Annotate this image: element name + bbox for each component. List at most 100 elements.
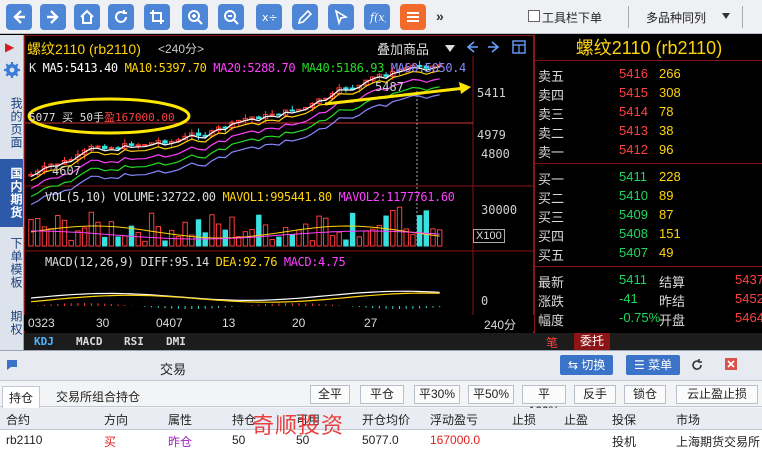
bid-price[interactable]: 5410 xyxy=(619,188,648,203)
mid-price-label: 4979 xyxy=(477,128,506,142)
column-header[interactable]: 止损 xyxy=(512,411,536,428)
cursor-icon[interactable] xyxy=(328,4,354,30)
gear-icon[interactable] xyxy=(3,61,21,79)
ask-row[interactable]: 卖一 5412 96 xyxy=(535,141,762,160)
zoom-in-icon[interactable] xyxy=(182,4,208,30)
column-header[interactable]: 浮动盈亏 xyxy=(430,411,478,428)
ask-row[interactable]: 卖五 5416 266 xyxy=(535,65,762,84)
candle-body xyxy=(115,147,121,150)
column-header[interactable]: 方向 xyxy=(104,411,128,428)
formula-icon[interactable]: x÷ xyxy=(256,4,282,30)
sidebar-item-options[interactable]: 期权 xyxy=(0,297,23,349)
bid-row[interactable]: 买二 5410 89 xyxy=(535,187,762,206)
candle-body xyxy=(95,145,101,148)
forward-icon[interactable] xyxy=(40,4,66,30)
column-header[interactable]: 止盈 xyxy=(564,411,588,428)
volume-bar xyxy=(343,239,349,247)
kline-chart[interactable]: 螺纹2110 (rb2110) <240分> 叠加商品 K MA5:5413.4… xyxy=(24,35,535,350)
tab-dmi[interactable]: DMI xyxy=(166,335,186,348)
volume-bar xyxy=(242,231,249,247)
lock-position-button[interactable]: 锁仓 xyxy=(624,385,666,404)
tab-rsi[interactable]: RSI xyxy=(124,335,144,348)
close-50-button[interactable]: 平50% xyxy=(468,385,514,404)
zoom-out-icon[interactable] xyxy=(218,4,244,30)
bid-price[interactable]: 5407 xyxy=(619,245,648,260)
tab-order[interactable]: 委托 xyxy=(574,333,611,350)
stat-label: 幅度 xyxy=(538,313,565,328)
stat-value: -0.75% xyxy=(619,310,661,325)
candle-body xyxy=(256,116,262,120)
bid-row[interactable]: 买五 5407 49 xyxy=(535,244,762,263)
sidebar-item-domestic-futures[interactable]: 国内期货 xyxy=(0,159,23,227)
chevron-down-icon[interactable] xyxy=(445,45,455,52)
volume-bar xyxy=(88,211,94,247)
mavol1-line xyxy=(30,225,440,239)
refresh-icon[interactable] xyxy=(690,358,704,372)
arrow-left-icon[interactable] xyxy=(465,40,479,54)
toolbar: x÷ f(x) » 工具栏下单 多品种同列 xyxy=(0,0,762,34)
home-icon[interactable] xyxy=(74,4,100,30)
candlestick-canvas[interactable] xyxy=(25,36,535,316)
price-axis-label: 4800 xyxy=(481,147,510,161)
volume-legend: VOL(5,10) VOLUME:32722.00 MAVOL1:995441.… xyxy=(45,190,455,204)
ask-price[interactable]: 5415 xyxy=(619,85,648,100)
cloud-stop-button[interactable]: 云止盈止损 xyxy=(676,385,758,404)
close-100-button[interactable]: 平100% xyxy=(522,385,566,418)
bid-price[interactable]: 5409 xyxy=(619,207,648,222)
ask-row[interactable]: 卖二 5413 38 xyxy=(535,122,762,141)
column-header[interactable]: 合约 xyxy=(6,411,30,428)
crop-icon[interactable] xyxy=(144,4,170,30)
tab-positions[interactable]: 持仓 xyxy=(2,386,41,408)
multi-product-select[interactable]: 多品种同列 xyxy=(646,9,706,26)
ask-row[interactable]: 卖三 5414 78 xyxy=(535,103,762,122)
fx-icon[interactable]: f(x) xyxy=(364,4,390,30)
back-icon[interactable] xyxy=(6,4,32,30)
ma-legend: K MA5:5413.40 MA10:5397.70 MA20:5288.70 … xyxy=(29,61,466,75)
column-header[interactable]: 投保 xyxy=(612,411,636,428)
ask-price[interactable]: 5416 xyxy=(619,66,648,81)
trade-panel-icon[interactable] xyxy=(5,358,19,372)
switch-button[interactable]: ⇆ 切换 xyxy=(560,355,614,375)
list-icon[interactable] xyxy=(400,4,426,30)
bid-volume: 87 xyxy=(659,207,674,222)
stat-value: 5437 xyxy=(735,272,762,287)
close-icon[interactable] xyxy=(724,357,738,371)
close-all-button[interactable]: 全平 xyxy=(310,385,350,404)
mavol1-value: MAVOL1:995441.80 xyxy=(222,190,332,204)
table-row[interactable]: rb2110 买昨仓 50 50 5077.0 167000.0 投机 上海期货交易所 xyxy=(0,430,762,450)
sidebar-item-my-page[interactable]: 我的页面 xyxy=(0,93,23,153)
pen-icon[interactable] xyxy=(292,4,318,30)
dea-line xyxy=(30,292,440,303)
column-header[interactable]: 市场 xyxy=(676,411,700,428)
refresh-icon[interactable] xyxy=(108,4,134,30)
overlay-commodity-dropdown[interactable]: 叠加商品 xyxy=(377,39,429,58)
stat-value: 5464 xyxy=(735,310,762,325)
toolbar-order-checkbox[interactable] xyxy=(528,10,540,22)
tab-combo-positions[interactable]: 交易所组合持仓 xyxy=(50,386,146,407)
bid-price[interactable]: 5408 xyxy=(619,226,648,241)
column-header[interactable]: 属性 xyxy=(168,411,192,428)
arrow-right-icon[interactable] xyxy=(487,40,501,54)
expand-arrow-icon[interactable]: ▶ xyxy=(5,40,14,54)
bid-row[interactable]: 买四 5408 151 xyxy=(535,225,762,244)
ask-row[interactable]: 卖四 5415 308 xyxy=(535,84,762,103)
bid-price[interactable]: 5411 xyxy=(619,169,647,184)
tab-kdj[interactable]: KDJ xyxy=(34,335,54,348)
more-icon[interactable]: » xyxy=(436,8,444,24)
chart-period[interactable]: <240分> xyxy=(158,40,204,57)
tab-tick[interactable]: 笔 xyxy=(546,334,558,351)
column-header[interactable]: 开仓均价 xyxy=(362,411,410,428)
reverse-button[interactable]: 反手 xyxy=(574,385,616,404)
ask-price[interactable]: 5412 xyxy=(619,142,648,157)
layout-icon[interactable] xyxy=(512,40,526,54)
menu-button[interactable]: ☰ 菜单 xyxy=(626,355,681,375)
sidebar-item-order-template[interactable]: 下单模板 xyxy=(0,233,23,293)
close-30-button[interactable]: 平30% xyxy=(414,385,460,404)
bid-row[interactable]: 买三 5409 87 xyxy=(535,206,762,225)
tab-macd[interactable]: MACD xyxy=(76,335,103,348)
bid-row[interactable]: 买一 5411 228 xyxy=(535,168,762,187)
close-position-button[interactable]: 平仓 xyxy=(360,385,404,404)
chevron-down-icon[interactable] xyxy=(722,13,730,19)
ask-price[interactable]: 5413 xyxy=(619,123,648,138)
ask-price[interactable]: 5414 xyxy=(619,104,648,119)
